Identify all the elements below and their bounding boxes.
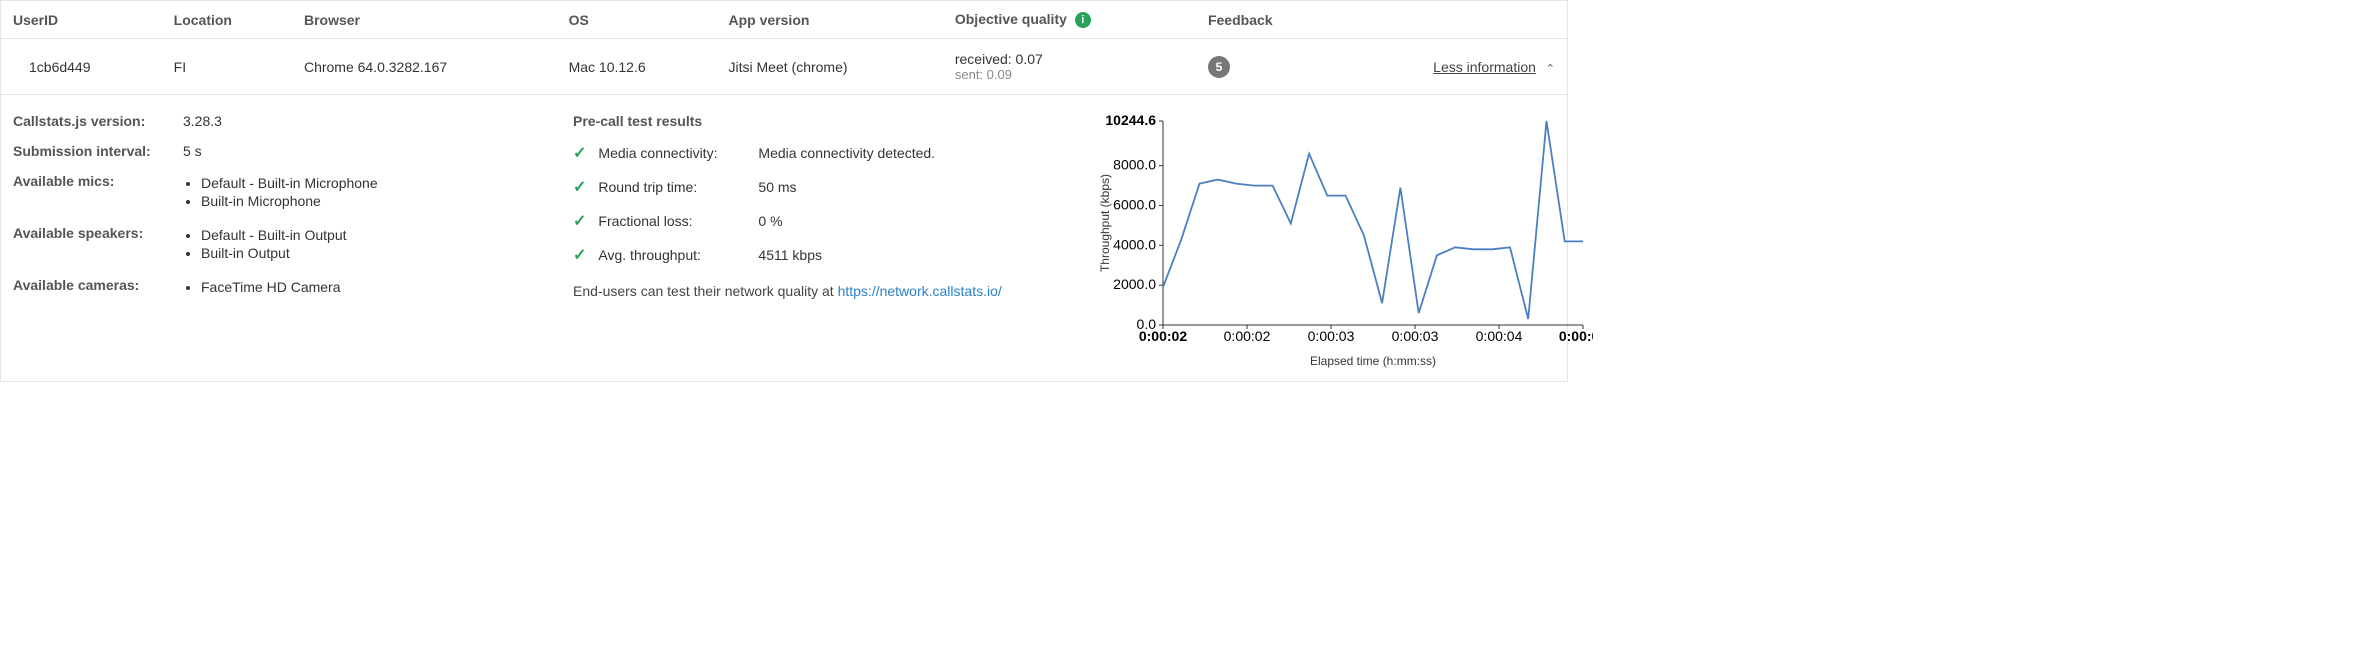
session-table: UserID Location Browser OS App version O… bbox=[1, 1, 1567, 95]
precall-row-label: Avg. throughput: bbox=[598, 247, 758, 263]
precall-row-value: Media connectivity detected. bbox=[758, 145, 935, 161]
precall-row: ✓ Media connectivity:Media connectivity d… bbox=[573, 143, 1053, 163]
svg-text:0:00:04: 0:00:04 bbox=[1559, 328, 1593, 344]
svg-text:0:00:03: 0:00:03 bbox=[1308, 328, 1355, 344]
cell-browser: Chrome 64.0.3282.167 bbox=[292, 39, 557, 95]
feedback-badge: 5 bbox=[1208, 56, 1230, 78]
col-feedback: Feedback bbox=[1196, 1, 1336, 39]
label-available-speakers: Available speakers: bbox=[13, 225, 183, 241]
precall-row-label: Media connectivity: bbox=[598, 145, 758, 161]
svg-text:4000.0: 4000.0 bbox=[1113, 237, 1156, 253]
label-callstats-version: Callstats.js version: bbox=[13, 113, 183, 129]
precall-row: ✓ Round trip time:50 ms bbox=[573, 177, 1053, 197]
throughput-chart: 0.02000.04000.06000.08000.010244.60:00:0… bbox=[1093, 113, 1593, 353]
speakers-list: Default - Built-in Output Built-in Output bbox=[183, 227, 347, 261]
list-item: Default - Built-in Output bbox=[201, 227, 347, 243]
network-test-link[interactable]: https://network.callstats.io/ bbox=[838, 283, 1002, 299]
precall-row-value: 0 % bbox=[758, 213, 782, 229]
chevron-up-icon: ⌃ bbox=[1546, 62, 1555, 75]
check-icon: ✓ bbox=[573, 211, 586, 231]
list-item: Default - Built-in Microphone bbox=[201, 175, 378, 191]
svg-text:0:00:04: 0:00:04 bbox=[1476, 328, 1523, 344]
col-location: Location bbox=[162, 1, 292, 39]
col-appver: App version bbox=[717, 1, 943, 39]
precall-row-label: Round trip time: bbox=[598, 179, 758, 195]
col-os: OS bbox=[557, 1, 717, 39]
svg-text:8000.0: 8000.0 bbox=[1113, 157, 1156, 173]
check-icon: ✓ bbox=[573, 177, 586, 197]
precall-row-value: 4511 kbps bbox=[758, 247, 822, 263]
cell-objq: received: 0.07 sent: 0.09 bbox=[943, 39, 1196, 95]
check-icon: ✓ bbox=[573, 245, 586, 265]
svg-text:2000.0: 2000.0 bbox=[1113, 276, 1156, 292]
svg-text:0:00:02: 0:00:02 bbox=[1139, 328, 1187, 344]
svg-text:0:00:02: 0:00:02 bbox=[1224, 328, 1271, 344]
list-item: FaceTime HD Camera bbox=[201, 279, 341, 295]
cell-os: Mac 10.12.6 bbox=[557, 39, 717, 95]
col-objq: Objective quality i bbox=[943, 1, 1196, 39]
precall-row: ✓ Avg. throughput:4511 kbps bbox=[573, 245, 1053, 265]
list-item: Built-in Output bbox=[201, 245, 347, 261]
cell-userid: 1cb6d449 bbox=[1, 39, 162, 95]
col-browser: Browser bbox=[292, 1, 557, 39]
precall-row: ✓ Fractional loss:0 % bbox=[573, 211, 1053, 231]
svg-text:10244.6: 10244.6 bbox=[1105, 113, 1156, 128]
label-submission-interval: Submission interval: bbox=[13, 143, 183, 159]
mics-list: Default - Built-in Microphone Built-in Mi… bbox=[183, 175, 378, 209]
precall-note: End-users can test their network quality… bbox=[573, 283, 1053, 299]
svg-text:Throughput (kbps): Throughput (kbps) bbox=[1098, 174, 1112, 272]
check-icon: ✓ bbox=[573, 143, 586, 163]
label-available-cameras: Available cameras: bbox=[13, 277, 183, 293]
toggle-details-link[interactable]: Less information bbox=[1433, 59, 1536, 75]
col-userid: UserID bbox=[1, 1, 162, 39]
user-session-panel: UserID Location Browser OS App version O… bbox=[0, 0, 1568, 382]
details-panel: Callstats.js version: 3.28.3 Submission … bbox=[1, 95, 1567, 381]
cameras-list: FaceTime HD Camera bbox=[183, 279, 341, 295]
label-available-mics: Available mics: bbox=[13, 173, 183, 189]
table-row: 1cb6d449 FI Chrome 64.0.3282.167 Mac 10.… bbox=[1, 39, 1567, 95]
svg-text:0:00:03: 0:00:03 bbox=[1392, 328, 1439, 344]
cell-appver: Jitsi Meet (chrome) bbox=[717, 39, 943, 95]
precall-row-value: 50 ms bbox=[758, 179, 796, 195]
cell-location: FI bbox=[162, 39, 292, 95]
precall-row-label: Fractional loss: bbox=[598, 213, 758, 229]
value-submission-interval: 5 s bbox=[183, 143, 202, 159]
info-icon[interactable]: i bbox=[1075, 12, 1091, 28]
svg-text:Elapsed time (h:mm:ss): Elapsed time (h:mm:ss) bbox=[1310, 354, 1436, 368]
list-item: Built-in Microphone bbox=[201, 193, 378, 209]
value-callstats-version: 3.28.3 bbox=[183, 113, 222, 129]
cell-feedback: 5 bbox=[1196, 39, 1336, 95]
precall-title: Pre-call test results bbox=[573, 113, 1053, 129]
svg-text:6000.0: 6000.0 bbox=[1113, 197, 1156, 213]
